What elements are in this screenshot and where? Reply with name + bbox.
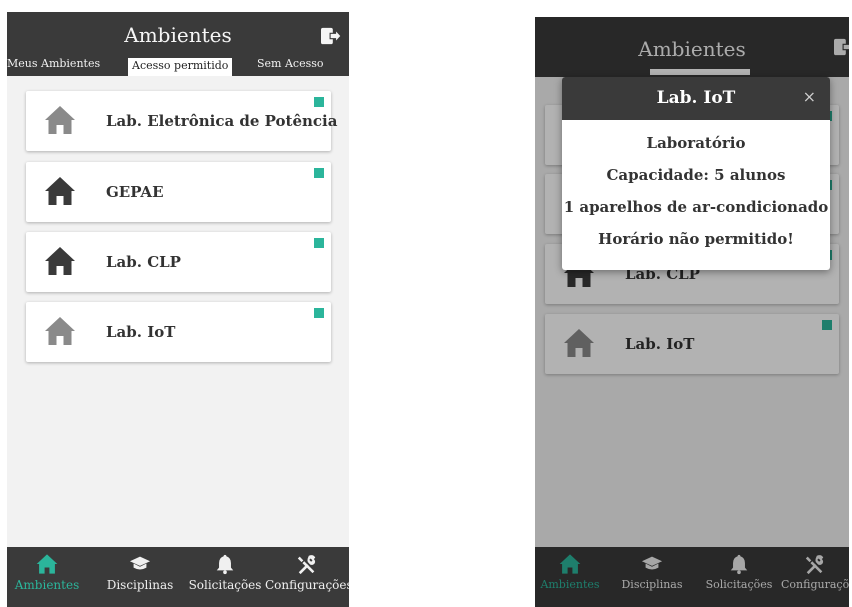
nav-ambientes[interactable]: Ambientes (7, 547, 87, 607)
tab-sem-acesso[interactable]: Sem Acesso (257, 57, 324, 70)
status-indicator (314, 308, 324, 318)
bottom-navigation: Ambientes Disciplinas Solicitações Confi… (535, 547, 849, 607)
nav-configuracoes[interactable]: Configurações (265, 547, 349, 607)
nav-solicitacoes[interactable]: Solicitações (703, 547, 775, 607)
logout-icon[interactable] (833, 37, 849, 57)
room-card[interactable]: GEPAE (26, 162, 331, 222)
status-indicator (314, 238, 324, 248)
nav-disciplinas[interactable]: Disciplinas (104, 547, 176, 607)
room-type: Laboratório (646, 134, 746, 152)
tab-sem-acesso[interactable]: o (830, 77, 837, 90)
tab-acesso-permitido[interactable] (650, 69, 750, 75)
home-icon (44, 245, 76, 277)
room-name: Lab. IoT (625, 335, 695, 353)
status-indicator (314, 168, 324, 178)
nav-label: Ambientes (540, 578, 600, 591)
tab-acesso-permitido[interactable]: Acesso permitido (128, 58, 233, 76)
nav-configuracoes[interactable]: Configuraçõ (781, 547, 849, 607)
nav-disciplinas[interactable]: Disciplinas (619, 547, 685, 607)
room-card[interactable]: Lab. CLP (26, 232, 331, 292)
modal-header: Lab. IoT × (562, 77, 830, 120)
tab-meus-ambientes[interactable]: Meus Ambientes (7, 57, 100, 70)
status-indicator (822, 320, 832, 330)
app-screen-room-details: Ambientes Meu o Lab. CLP Lab. IoT Ambien (535, 17, 849, 607)
bell-icon (728, 553, 750, 575)
nav-label: Configuraçõ (781, 578, 849, 591)
room-name: GEPAE (106, 183, 164, 201)
graduation-cap-icon (129, 553, 151, 575)
room-details-modal: Lab. IoT × Laboratório Capacidade: 5 alu… (562, 77, 830, 270)
nav-label: Disciplinas (106, 578, 174, 592)
room-ac-units: 1 aparelhos de ar-condicionado (563, 198, 829, 216)
logout-icon[interactable] (320, 26, 342, 46)
home-icon (36, 553, 58, 575)
nav-label: Disciplinas (621, 578, 683, 591)
app-header: Ambientes Meus Ambientes Acesso permitid… (7, 12, 349, 76)
bottom-navigation: Ambientes Disciplinas Solicitações Confi… (7, 547, 349, 607)
home-icon (563, 327, 595, 359)
home-icon (44, 315, 76, 347)
tools-icon (804, 553, 826, 575)
status-indicator (314, 97, 324, 107)
room-name: Lab. Eletrônica de Potência (106, 112, 338, 130)
home-icon (559, 553, 581, 575)
graduation-cap-icon (641, 553, 663, 575)
tab-bar: Meus Ambientes Acesso permitido Sem Aces… (7, 55, 349, 76)
room-card[interactable]: Lab. IoT (545, 314, 839, 374)
access-time-status: Horário não permitido! (598, 230, 794, 248)
rooms-list: Lab. Eletrônica de Potência GEPAE Lab. C… (7, 76, 349, 547)
room-card[interactable]: Lab. Eletrônica de Potência (26, 91, 337, 151)
page-title: Ambientes (638, 37, 746, 61)
nav-solicitacoes[interactable]: Solicitações (186, 547, 264, 607)
nav-label: Solicitações (705, 578, 773, 591)
tab-meus-ambientes[interactable]: Meu (537, 77, 562, 90)
close-icon[interactable]: × (803, 87, 816, 106)
tools-icon (296, 553, 318, 575)
nav-ambientes[interactable]: Ambientes (535, 547, 605, 607)
bell-icon (214, 553, 236, 575)
room-name: Lab. CLP (106, 253, 181, 271)
room-capacity: Capacidade: 5 alunos (606, 166, 786, 184)
nav-label: Configurações (265, 578, 349, 592)
home-icon (44, 175, 76, 207)
nav-label: Ambientes (14, 578, 80, 592)
room-name: Lab. IoT (106, 323, 176, 341)
app-screen-rooms-list: Ambientes Meus Ambientes Acesso permitid… (7, 12, 349, 607)
page-title: Ambientes (124, 23, 232, 47)
room-card[interactable]: Lab. IoT (26, 302, 331, 362)
nav-label: Solicitações (188, 578, 262, 592)
modal-title: Lab. IoT (656, 88, 736, 108)
home-icon (44, 104, 76, 136)
app-header: Ambientes Meu o (535, 17, 849, 90)
